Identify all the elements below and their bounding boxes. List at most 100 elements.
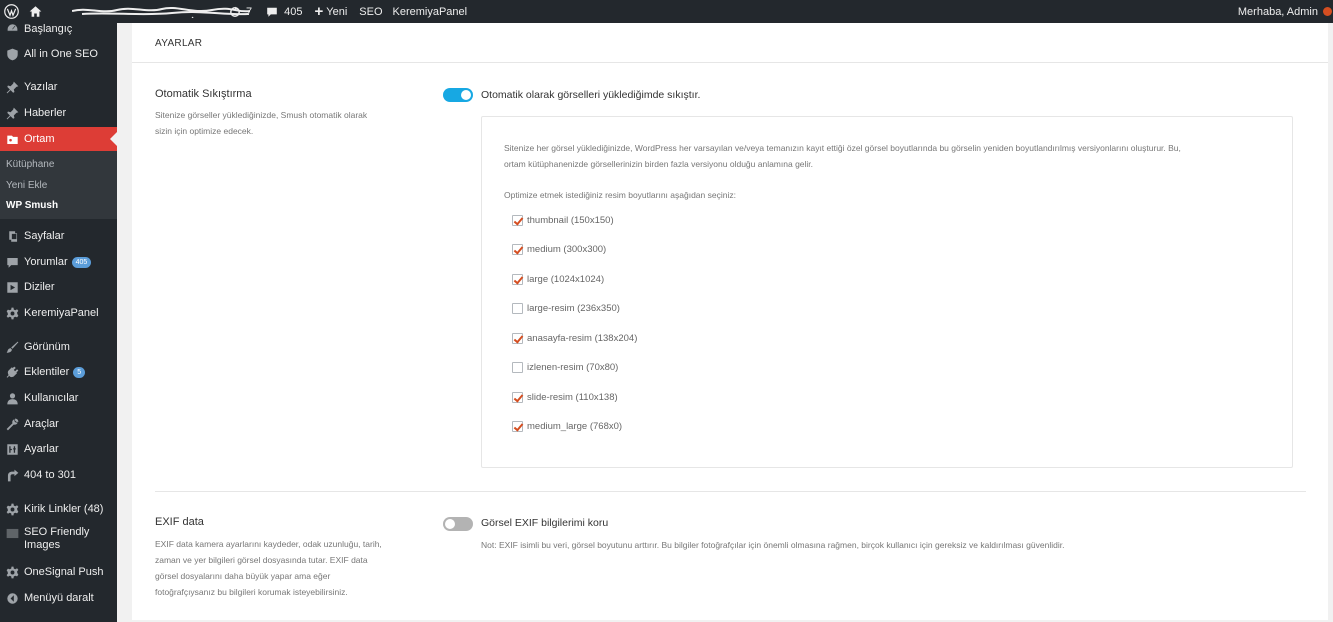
auto-compression-toggle[interactable] xyxy=(443,88,473,102)
exif-toggle-label[interactable]: Görsel EXIF bilgilerimi koru xyxy=(481,517,608,529)
submenu-item-library[interactable]: Kütüphane xyxy=(6,159,54,170)
auto-compression-desc: Sitenize görseller yüklediğinizde, Smush… xyxy=(155,107,367,139)
home-icon xyxy=(29,6,42,17)
collapse-icon xyxy=(5,591,19,605)
toggle-knob xyxy=(461,90,471,100)
menu-item-404-to-301[interactable]: 404 to 301 xyxy=(0,464,117,486)
comment-icon xyxy=(5,255,19,269)
size-checkbox[interactable] xyxy=(512,421,523,432)
size-option[interactable]: izlenen-resim (70x80) xyxy=(512,362,618,373)
sizes-info: Sitenize her görsel yüklediğinizde, Word… xyxy=(504,140,1284,172)
pages-icon xyxy=(5,229,19,243)
panel-header: AYARLAR xyxy=(132,23,1328,63)
size-label: slide-resim (110x138) xyxy=(527,392,618,403)
desc-line: sizin için optimize edecek. xyxy=(155,126,254,136)
menu-item-settings[interactable]: Ayarlar xyxy=(0,438,117,460)
image-sizes-box: Sitenize her görsel yüklediğinizde, Word… xyxy=(481,116,1293,468)
size-label: medium (300x300) xyxy=(527,244,607,255)
admin-bar: 7 405 + Yeni SEO KeremiyaPanel Merhaba, … xyxy=(0,0,1333,23)
menu-label: Ayarlar xyxy=(24,443,59,455)
plus-icon: + xyxy=(314,3,324,20)
menu-label: Görünüm xyxy=(24,341,70,353)
size-option[interactable]: thumbnail (150x150) xyxy=(512,215,614,226)
comments-count: 405 xyxy=(284,5,303,18)
size-label: anasayfa-resim (138x204) xyxy=(527,333,638,344)
menu-label: KeremiyaPanel xyxy=(24,307,99,319)
auto-compression-label: Otomatik Sıkıştırma xyxy=(155,88,252,100)
size-checkbox[interactable] xyxy=(512,215,523,226)
pin-icon xyxy=(5,106,19,120)
gear-icon xyxy=(5,565,19,579)
menu-item-keremiya-panel[interactable]: KeremiyaPanel xyxy=(0,302,117,324)
submenu-item-wp-smush[interactable]: WP Smush xyxy=(6,200,58,211)
greeting-link[interactable]: Merhaba, Admin xyxy=(1238,6,1318,18)
size-option[interactable]: large-resim (236x350) xyxy=(512,303,620,314)
menu-label: Eklentiler xyxy=(24,366,70,378)
menu-item-users[interactable]: Kullanıcılar xyxy=(0,387,117,409)
desc-line: fotoğrafçıysanız bu bilgileri korumak is… xyxy=(155,587,348,597)
gear-icon xyxy=(5,306,19,320)
new-content-link[interactable]: + Yeni xyxy=(309,0,352,23)
size-checkbox[interactable] xyxy=(512,244,523,255)
size-option[interactable]: anasayfa-resim (138x204) xyxy=(512,333,637,344)
keremiya-panel-link[interactable]: KeremiyaPanel xyxy=(388,0,473,23)
notification-dot-icon xyxy=(1323,7,1332,16)
size-label: medium_large (768x0) xyxy=(527,421,623,432)
plugin-icon xyxy=(5,365,19,379)
menu-item-series[interactable]: Diziler xyxy=(0,276,117,298)
video-icon xyxy=(5,280,19,294)
size-checkbox[interactable] xyxy=(512,274,523,285)
size-option[interactable]: large (1024x1024) xyxy=(512,274,604,285)
menu-label: Yazılar xyxy=(24,81,58,93)
menu-label: Kullanıcılar xyxy=(24,392,79,404)
image-icon xyxy=(5,526,19,540)
shield-icon xyxy=(5,47,19,61)
site-name-link[interactable] xyxy=(24,0,250,23)
redacted-site-name xyxy=(72,7,250,18)
menu-label: Haberler xyxy=(24,107,67,119)
exif-toggle[interactable] xyxy=(443,517,473,531)
submenu-item-add-new[interactable]: Yeni Ekle xyxy=(6,180,47,191)
menu-item-broken-links[interactable]: Kirik Linkler (48) xyxy=(0,498,117,520)
menu-item-dashboard[interactable]: Başlangıç xyxy=(0,22,117,35)
menu-item-posts[interactable]: Yazılar xyxy=(0,76,117,98)
size-option[interactable]: medium (300x300) xyxy=(512,244,606,255)
plugins-badge: 5 xyxy=(73,366,86,378)
comments-badge: 405 xyxy=(71,256,92,268)
section-title: AYARLAR xyxy=(155,38,203,49)
size-label: large (1024x1024) xyxy=(527,274,605,285)
size-checkbox[interactable] xyxy=(512,303,523,314)
menu-item-seo-friendly-images[interactable]: SEO Friendly Images xyxy=(0,526,117,556)
menu-item-news[interactable]: Haberler xyxy=(0,102,117,124)
menu-item-pages[interactable]: Sayfalar xyxy=(0,225,117,247)
pin-icon xyxy=(5,80,19,94)
wordpress-logo-icon[interactable] xyxy=(0,0,24,23)
menu-item-onesignal-push[interactable]: OneSignal Push xyxy=(0,561,117,583)
seo-label: SEO xyxy=(359,5,383,18)
menu-item-comments[interactable]: Yorumlar 405 xyxy=(0,251,117,273)
toggle-knob xyxy=(445,519,455,529)
info-line: Sitenize her görsel yüklediğinizde, Word… xyxy=(504,143,1181,153)
menu-item-appearance[interactable]: Görünüm xyxy=(0,336,117,358)
size-checkbox[interactable] xyxy=(512,362,523,373)
menu-item-plugins[interactable]: Eklentiler 5 xyxy=(0,361,117,383)
new-label: Yeni xyxy=(326,5,348,18)
menu-item-tools[interactable]: Araçlar xyxy=(0,413,117,435)
seo-link[interactable]: SEO xyxy=(354,0,387,23)
menu-label: OneSignal Push xyxy=(24,566,104,578)
section-divider xyxy=(155,491,1306,492)
wrench-icon xyxy=(5,417,19,431)
size-option[interactable]: slide-resim (110x138) xyxy=(512,392,618,403)
size-checkbox[interactable] xyxy=(512,392,523,403)
menu-label: 404 to 301 xyxy=(24,469,76,481)
menu-item-all-in-one-seo[interactable]: All in One SEO xyxy=(0,43,117,65)
menu-label: Başlangıç xyxy=(24,22,73,35)
auto-compression-toggle-label[interactable]: Otomatik olarak görselleri yüklediğimde … xyxy=(481,89,700,101)
menu-item-media[interactable]: Ortam xyxy=(0,127,117,151)
comments-link[interactable]: 405 xyxy=(261,0,307,23)
collapse-menu-button[interactable]: Menüyü daralt xyxy=(0,587,117,609)
desc-line: Sitenize görseller yüklediğinizde, Smush… xyxy=(155,110,368,120)
exif-desc: EXIF data kamera ayarlarını kaydeder, od… xyxy=(155,536,382,600)
size-option[interactable]: medium_large (768x0) xyxy=(512,421,622,432)
size-checkbox[interactable] xyxy=(512,333,523,344)
